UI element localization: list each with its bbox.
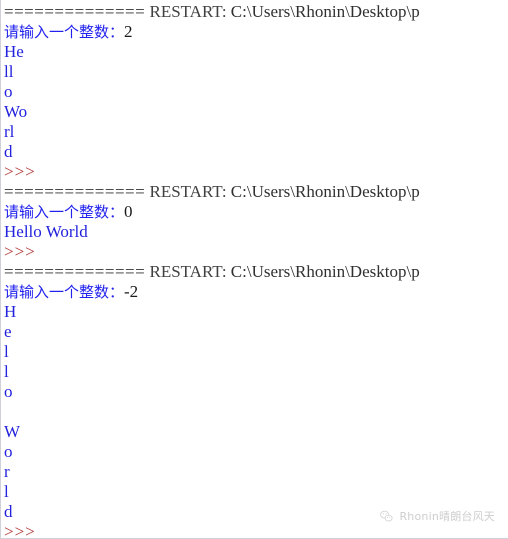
shell-prompt-marker[interactable]: >>> bbox=[4, 162, 36, 181]
input-prompt-line: 请输入一个整数：2 bbox=[4, 22, 508, 42]
restart-label: RESTART: bbox=[149, 182, 227, 201]
output-text: W bbox=[4, 422, 21, 441]
idle-shell-window: ============== RESTART: C:\Users\Rhonin\… bbox=[0, 0, 508, 539]
output-text: e bbox=[4, 322, 12, 341]
input-prompt-line: 请输入一个整数：-2 bbox=[4, 282, 508, 302]
output-text: o bbox=[4, 82, 13, 101]
output-text: d bbox=[4, 502, 13, 521]
user-entered-value[interactable]: 2 bbox=[124, 22, 133, 41]
output-line: ll bbox=[4, 62, 508, 82]
restart-separator: ============== bbox=[4, 2, 146, 21]
output-text: Wo bbox=[4, 102, 28, 121]
output-line: l bbox=[4, 482, 508, 502]
shell-prompt-line: >>> bbox=[4, 242, 508, 262]
output-line: Hello World bbox=[4, 222, 508, 242]
shell-prompt-line: >>> bbox=[4, 162, 508, 182]
input-prompt-label: 请输入一个整数： bbox=[4, 23, 125, 41]
input-prompt-label: 请输入一个整数： bbox=[4, 203, 125, 221]
output-text: He bbox=[4, 42, 24, 61]
output-line: o bbox=[4, 442, 508, 462]
restart-separator: ============== bbox=[4, 262, 146, 281]
output-line: He bbox=[4, 42, 508, 62]
output-text: ll bbox=[4, 62, 14, 81]
output-line: o bbox=[4, 82, 508, 102]
output-line: e bbox=[4, 322, 508, 342]
restart-label: RESTART: bbox=[149, 262, 227, 281]
restart-banner-line: ============== RESTART: C:\Users\Rhonin\… bbox=[4, 2, 508, 22]
console-output-area[interactable]: ============== RESTART: C:\Users\Rhonin\… bbox=[1, 0, 508, 538]
output-text: d bbox=[4, 142, 13, 161]
restart-banner-line: ============== RESTART: C:\Users\Rhonin\… bbox=[4, 182, 508, 202]
output-text: l bbox=[4, 482, 9, 501]
output-text: l bbox=[4, 362, 9, 381]
shell-prompt-marker[interactable]: >>> bbox=[4, 242, 36, 261]
shell-prompt-marker[interactable]: >>> bbox=[4, 522, 36, 538]
output-text: rl bbox=[4, 122, 15, 141]
user-entered-value[interactable]: 0 bbox=[124, 202, 133, 221]
output-line: r bbox=[4, 462, 508, 482]
restart-script-path: C:\Users\Rhonin\Desktop\p bbox=[230, 262, 420, 281]
output-text: H bbox=[4, 302, 17, 321]
output-line: W bbox=[4, 422, 508, 442]
output-line bbox=[4, 402, 508, 422]
restart-banner-line: ============== RESTART: C:\Users\Rhonin\… bbox=[4, 262, 508, 282]
output-text: o bbox=[4, 442, 13, 461]
input-prompt-line: 请输入一个整数：0 bbox=[4, 202, 508, 222]
output-line: d bbox=[4, 502, 508, 522]
output-line: d bbox=[4, 142, 508, 162]
output-text: r bbox=[4, 462, 10, 481]
output-line: H bbox=[4, 302, 508, 322]
restart-script-path: C:\Users\Rhonin\Desktop\p bbox=[230, 2, 420, 21]
output-text: Hello World bbox=[4, 222, 88, 241]
shell-prompt-line: >>> bbox=[4, 522, 508, 538]
output-text: o bbox=[4, 382, 13, 401]
output-line: l bbox=[4, 342, 508, 362]
output-line: l bbox=[4, 362, 508, 382]
restart-separator: ============== bbox=[4, 182, 146, 201]
output-line: rl bbox=[4, 122, 508, 142]
restart-script-path: C:\Users\Rhonin\Desktop\p bbox=[230, 182, 420, 201]
output-line: Wo bbox=[4, 102, 508, 122]
input-prompt-label: 请输入一个整数： bbox=[4, 283, 125, 301]
output-text: l bbox=[4, 342, 9, 361]
user-entered-value[interactable]: -2 bbox=[124, 282, 138, 301]
output-line: o bbox=[4, 382, 508, 402]
restart-label: RESTART: bbox=[149, 2, 227, 21]
